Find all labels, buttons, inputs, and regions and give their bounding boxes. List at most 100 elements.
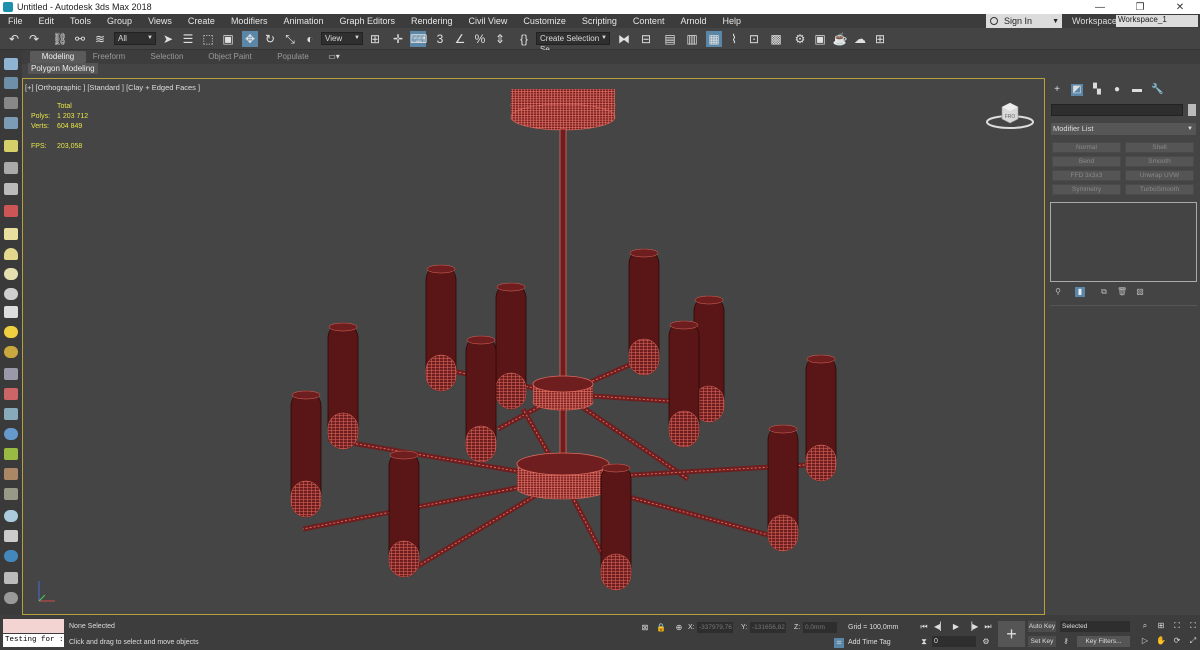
select-move-icon[interactable]: ✥ [242,31,258,47]
set-key-button[interactable]: Set Key [1028,636,1056,647]
selection-filter-dropdown[interactable]: All ▼ [114,32,156,45]
render-setup-icon[interactable]: ⚙ [792,31,808,47]
render-iterative-icon[interactable]: ☁ [852,31,868,47]
toggle-ribbon-icon[interactable]: ▦ [706,31,722,47]
menu-create[interactable]: Create [180,16,223,26]
viewport-label[interactable]: [+] [Orthographic ] [Standard ] [Clay + … [25,83,200,92]
edit-named-selection-icon[interactable]: {} [516,31,532,47]
key-filters-button[interactable]: Key Filters... [1077,636,1130,647]
current-frame-field[interactable]: 0 [932,636,976,647]
modifier-stack-view[interactable] [1050,202,1197,282]
key-icon[interactable]: ⚷ [1060,636,1072,647]
menu-file[interactable]: File [0,16,31,26]
modifier-bend-button[interactable]: Bend [1052,156,1121,167]
layer-explorer-icon[interactable]: ▥ [684,31,700,47]
z-coordinate-field[interactable]: 0,0mm [803,622,837,633]
zoom-all-icon[interactable]: ⊞ [1156,621,1166,631]
ribbon-tab-freeform[interactable]: Freeform [86,51,132,63]
align-icon[interactable]: ⊟ [638,31,654,47]
ribbon-tab-object-paint[interactable]: Object Paint [202,51,258,63]
menu-rendering[interactable]: Rendering [403,16,461,26]
named-selection-set-dropdown[interactable]: Create Selection Se▼ [536,32,610,54]
rectangular-selection-icon[interactable]: ⬚ [200,31,216,47]
menu-scripting[interactable]: Scripting [574,16,625,26]
workspace-select[interactable]: Workspace_1 [1116,15,1198,27]
modifier-ffd-button[interactable]: FFD 3x3x3 [1052,170,1121,181]
redo-icon[interactable]: ↷ [26,31,42,47]
display-tab-icon[interactable]: ▬ [1131,84,1143,96]
close-button[interactable]: ✕ [1160,2,1200,13]
scene-explorer-icon[interactable]: ▤ [662,31,678,47]
ribbon-tab-selection[interactable]: Selection [142,51,192,63]
window-crossing-icon[interactable]: ▣ [220,31,236,47]
object-name-field[interactable] [1051,104,1183,116]
set-keys-button[interactable]: + [998,621,1025,647]
zoom-extents-icon[interactable]: ⛶ [1172,621,1182,631]
table-icon[interactable] [4,117,18,129]
field-of-view-icon[interactable]: ▷ [1140,636,1150,646]
select-by-name-icon[interactable]: ☰ [180,31,196,47]
modifier-smooth-button[interactable]: Smooth [1125,156,1194,167]
material-editor-icon[interactable]: ▩ [768,31,784,47]
menu-edit[interactable]: Edit [31,16,63,26]
horse-icon[interactable] [4,468,18,480]
y-coordinate-field[interactable]: -131656,82 [750,622,786,633]
gear-icon[interactable] [4,346,18,358]
maxscript-listener-output[interactable] [3,619,64,633]
menu-views[interactable]: Views [140,16,180,26]
leaf-icon[interactable] [4,448,18,460]
menu-customize[interactable]: Customize [515,16,574,26]
dome-icon[interactable] [4,248,18,260]
display-icon[interactable] [4,77,18,89]
auto-key-button[interactable]: Auto Key [1028,621,1056,632]
object-color-swatch[interactable] [1188,104,1196,116]
box-icon[interactable] [4,228,18,240]
select-scale-icon[interactable]: ⤡ [282,31,298,47]
goto-end-icon[interactable]: ⏭ [982,621,994,632]
next-frame-icon[interactable]: ▕▶ [966,621,978,632]
curve-editor-icon[interactable]: ⌇ [726,31,742,47]
zoom-icon[interactable]: ⌕ [1140,621,1150,631]
link-icon[interactable]: ⛓ [52,31,68,47]
zoom-extents-all-icon[interactable]: ⛶ [1188,621,1198,631]
render-icon[interactable] [4,550,18,562]
snaps-toggle-icon[interactable]: 3 [432,31,448,47]
orbit-icon[interactable]: ⟳ [1172,636,1182,646]
ball-icon[interactable] [4,510,18,522]
isolate-selection-icon[interactable]: ⊠ [640,623,650,633]
ribbon-tab-populate[interactable]: Populate [270,51,316,63]
remove-modifier-icon[interactable]: 🗑 [1117,287,1127,297]
selection-lock-icon[interactable]: 🔒 [656,623,666,633]
select-icon[interactable] [4,58,18,70]
ribbon-panel-title[interactable]: Polygon Modeling [28,63,98,74]
schematic-view-icon[interactable]: ⊡ [746,31,762,47]
device-icon[interactable] [4,572,18,584]
modify-tab-icon[interactable]: ◩ [1071,84,1083,96]
maximize-viewport-icon[interactable]: ⤢ [1188,636,1198,646]
sphere-icon[interactable] [4,268,18,280]
figure-icon[interactable] [4,408,18,420]
pan-icon[interactable]: ✋ [1156,636,1166,646]
configure-modifier-sets-icon[interactable]: ▧ [1135,287,1145,297]
unlink-icon[interactable]: ⚯ [72,31,88,47]
help-icon[interactable] [4,592,18,604]
grid-icon[interactable] [4,368,18,380]
hierarchy-icon[interactable] [4,530,18,542]
reference-coordinate-dropdown[interactable]: View ▼ [321,32,363,45]
keyboard-shortcut-override-icon[interactable]: ⌨ [410,31,427,47]
modifier-unwrap-uvw-button[interactable]: Unwrap UVW [1125,170,1194,181]
x-coordinate-field[interactable]: -337979,76 [697,622,733,633]
modifier-normal-button[interactable]: Normal [1052,142,1121,153]
pivot-center-icon[interactable]: ⊞ [367,31,383,47]
modifier-list-dropdown[interactable]: Modifier List ▼ [1051,123,1196,135]
make-unique-icon[interactable]: ⧉ [1099,287,1109,297]
time-config-icon[interactable]: ⚙ [980,636,992,647]
select-place-icon[interactable]: ◐ [302,31,318,47]
camera-icon[interactable] [4,162,18,174]
time-tag-icon[interactable]: ⌗ [834,638,844,648]
create-tab-icon[interactable]: + [1051,84,1063,96]
spinner-snap-icon[interactable]: ⇕ [492,31,508,47]
absolute-mode-icon[interactable]: ⊕ [674,623,684,633]
rendered-frame-window-icon[interactable]: ▣ [812,31,828,47]
light-icon[interactable] [4,140,18,152]
